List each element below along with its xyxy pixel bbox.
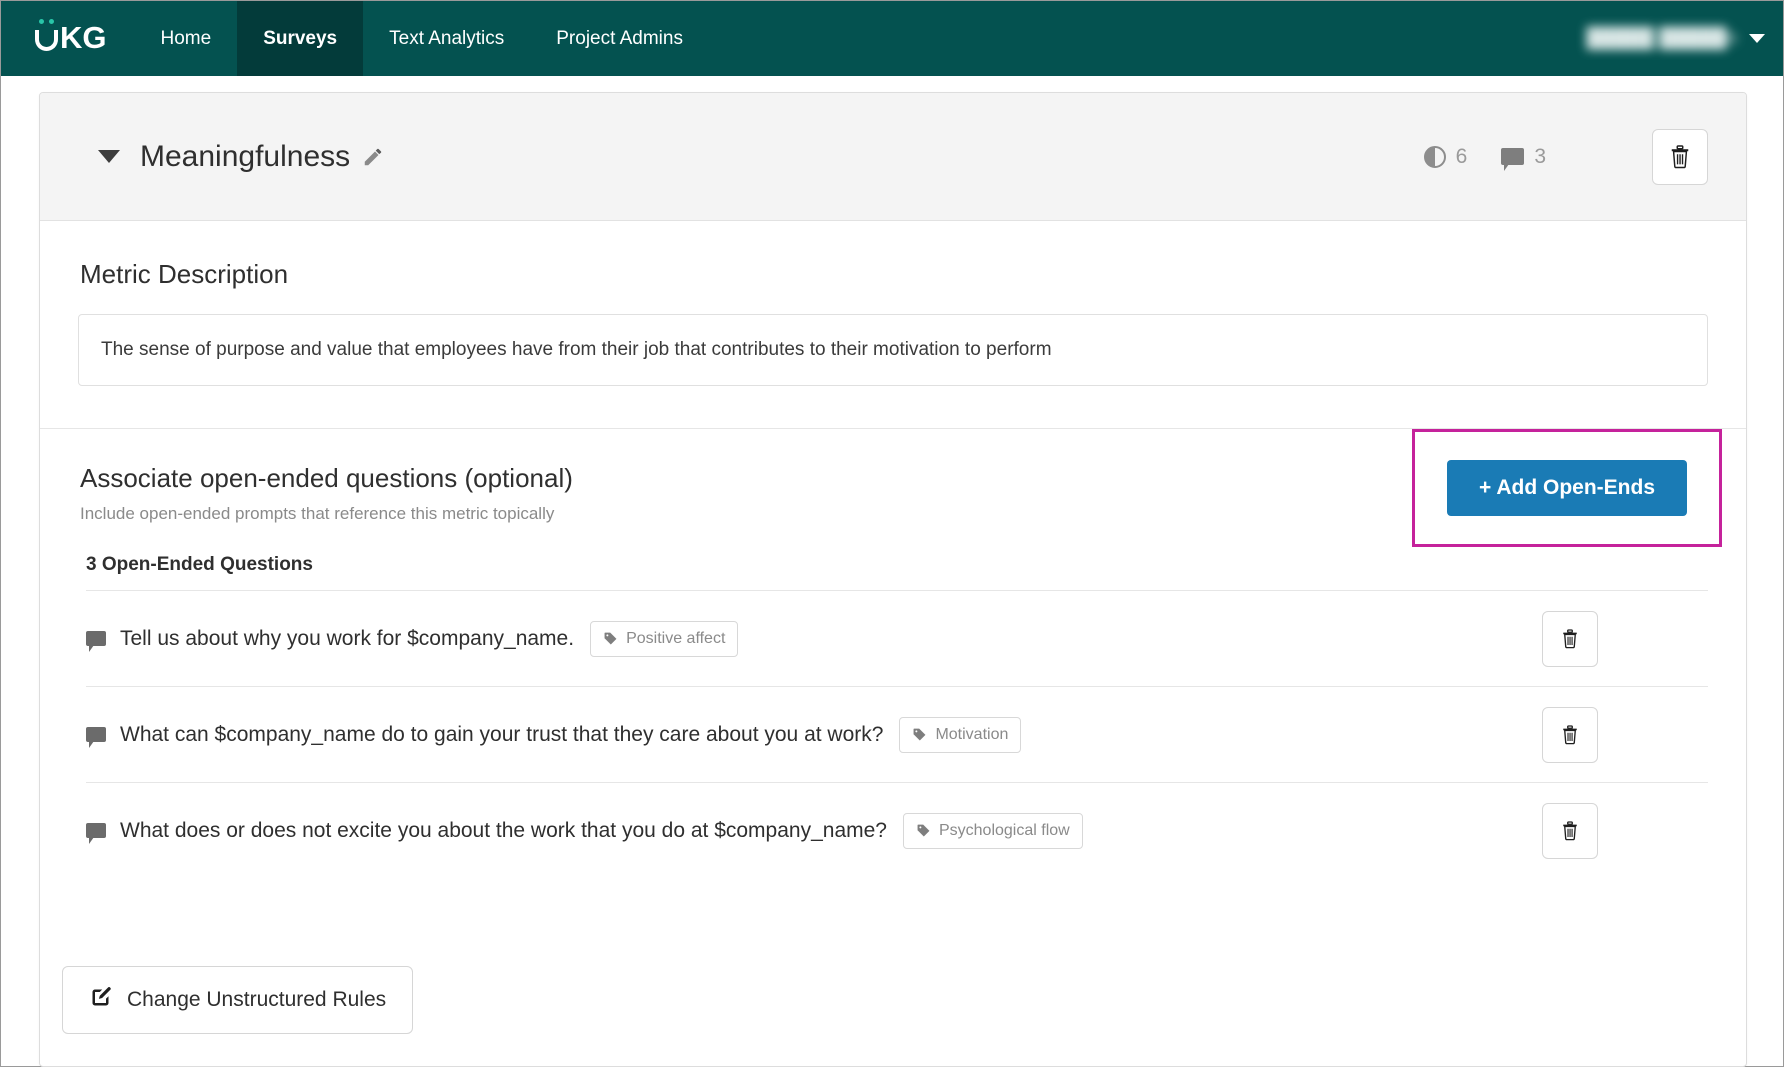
question-text: Tell us about why you work for $company_…	[120, 626, 575, 650]
card-footer: Change Unstructured Rules	[40, 966, 1746, 1066]
tag-icon	[603, 631, 618, 646]
edit-square-icon	[89, 985, 113, 1015]
question-tag[interactable]: Positive affect	[590, 620, 739, 657]
stat-open-ends-value: 3	[1534, 144, 1546, 168]
nav-item-surveys-label: Surveys	[263, 27, 338, 49]
contrast-half-circle-icon	[1423, 145, 1446, 168]
ukg-logo[interactable]: KG	[1, 1, 135, 76]
trash-icon	[1563, 820, 1577, 840]
stat-open-ends: 3	[1501, 144, 1546, 171]
app-page: KG Home Surveys Text Analytics Project A…	[0, 0, 1784, 1067]
trash-icon	[1563, 628, 1577, 648]
tag-icon	[916, 823, 931, 838]
open-ended-questions-list: Tell us about why you work for $company_…	[86, 590, 1708, 878]
metric-card: Meaningfulness 6 3 Metric Description Th…	[39, 92, 1747, 1067]
add-open-ends-highlight: + Add Open-Ends	[1412, 429, 1722, 547]
top-navigation-bar: KG Home Surveys Text Analytics Project A…	[1, 1, 1783, 76]
delete-question-button[interactable]	[1542, 802, 1598, 859]
delete-metric-button[interactable]	[1652, 128, 1708, 185]
nav-item-surveys[interactable]: Surveys	[237, 1, 364, 76]
metric-description-section: Metric Description The sense of purpose …	[40, 221, 1746, 429]
add-open-ends-button[interactable]: + Add Open-Ends	[1447, 460, 1687, 516]
open-ended-questions-count: 3 Open-Ended Questions	[86, 554, 313, 575]
metric-card-header: Meaningfulness 6 3	[40, 93, 1746, 221]
nav-item-project-admins[interactable]: Project Admins	[530, 1, 709, 76]
stat-structured-items: 6	[1423, 144, 1468, 169]
nav-item-home-label: Home	[160, 27, 212, 49]
trash-icon	[1563, 724, 1577, 744]
list-item: Tell us about why you work for $company_…	[86, 590, 1708, 686]
delete-question-button[interactable]	[1542, 610, 1598, 667]
question-tag[interactable]: Psychological flow	[902, 812, 1083, 849]
change-unstructured-rules-label: Change Unstructured Rules	[127, 988, 387, 1011]
comment-bubble-icon	[86, 823, 106, 844]
chevron-down-icon	[1749, 34, 1765, 43]
comment-bubble-icon	[86, 727, 106, 748]
tag-icon	[912, 727, 927, 742]
stat-structured-value: 6	[1455, 144, 1468, 168]
associate-open-ends-section: Associate open-ended questions (optional…	[40, 429, 1746, 878]
question-tag[interactable]: Motivation	[899, 716, 1022, 753]
nav-items: Home Surveys Text Analytics Project Admi…	[135, 1, 709, 76]
comment-bubble-icon	[1501, 148, 1525, 171]
list-item: What can $company_name do to gain your t…	[86, 686, 1708, 782]
list-item: What does or does not excite you about t…	[86, 782, 1708, 878]
change-unstructured-rules-button[interactable]: Change Unstructured Rules	[62, 966, 414, 1034]
question-tag-label: Positive affect	[626, 629, 726, 647]
metric-description-text[interactable]: The sense of purpose and value that empl…	[78, 314, 1708, 386]
question-tag-label: Motivation	[935, 725, 1009, 743]
nav-item-home[interactable]: Home	[135, 1, 238, 76]
page-title: Meaningfulness	[140, 139, 351, 173]
nav-item-project-admins-label: Project Admins	[556, 27, 683, 49]
user-menu[interactable]: █████ █████n	[1587, 1, 1765, 76]
question-text: What does or does not excite you about t…	[120, 818, 887, 842]
ukg-logo-text: KG	[60, 20, 107, 56]
user-name: █████ █████n	[1586, 27, 1737, 49]
comment-bubble-icon	[86, 631, 106, 652]
question-tag-label: Psychological flow	[938, 821, 1070, 839]
nav-item-text-analytics[interactable]: Text Analytics	[363, 1, 530, 76]
delete-question-button[interactable]	[1542, 706, 1598, 763]
caret-down-icon[interactable]	[98, 150, 120, 163]
trash-icon	[1671, 144, 1689, 168]
metric-stats: 6 3	[1423, 144, 1546, 171]
pencil-icon[interactable]	[362, 146, 384, 168]
ukg-logo-icon	[35, 18, 58, 51]
metric-description-title: Metric Description	[80, 259, 289, 289]
question-text: What can $company_name do to gain your t…	[120, 722, 884, 746]
nav-item-text-analytics-label: Text Analytics	[389, 27, 505, 49]
